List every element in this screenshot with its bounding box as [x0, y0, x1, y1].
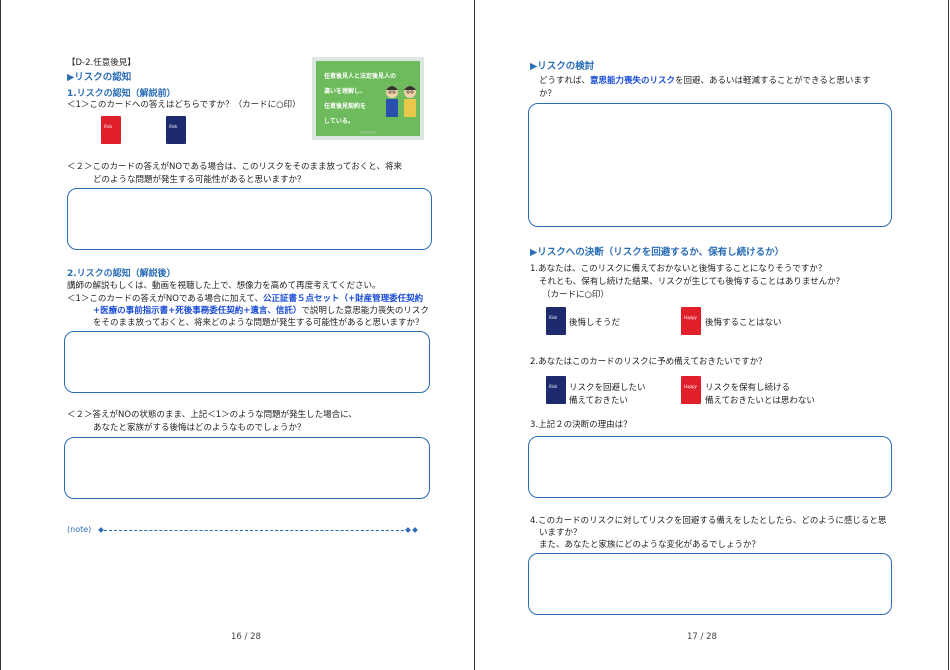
answer-box-risk-review[interactable] [528, 103, 892, 227]
question-3-line1: ＜1＞このカードの答えがNOである場合に加えて、公正証書５点セット（+財産管理委… [67, 292, 423, 304]
decision-2: 2.あなたはこのカードのリスクに予め備えておきたいですか？ [530, 357, 767, 367]
answer-box-q2[interactable] [67, 188, 432, 250]
risk-q-post: を回避、あるいは軽減することができると思います [675, 76, 871, 86]
heading-risk-review: ▶リスクの検討 [530, 61, 595, 72]
answer-box-q4[interactable] [64, 437, 430, 499]
header-tag: 【D-2.任意後見】 [67, 58, 136, 68]
red-risk-card-icon[interactable]: Happy [681, 376, 701, 404]
question-1: ＜1＞このカードへの答えはどちらですか？（カードに○印） [67, 100, 301, 110]
decision-4-line3: また、あなたと家族にどのような変化があるでしょうか？ [539, 540, 761, 550]
option-regret: 後悔しそうだ [569, 318, 621, 328]
note-label: (note) [67, 525, 92, 534]
decision-4-line2: いますか？ [539, 528, 582, 538]
risk-q-link[interactable]: 意思能力喪失のリスク [590, 76, 675, 86]
answer-box-d3[interactable] [528, 436, 892, 498]
risk-q-pre: どうすれば、 [539, 76, 591, 86]
banner-image: 任意後見人と法定後見人の 違いを理解し、 任意後見契約を している。 ○○○○○… [312, 57, 424, 140]
option-keep-line2: 備えておきたいとは思わない [705, 396, 815, 406]
banner-line-4: している。 [324, 118, 354, 125]
question-4-line2: あなたと家族がする後悔はどのようなものでしょうか？ [93, 423, 306, 433]
decision-1-line2: それとも、保有し続けた結果、リスクが生じても後悔することはありませんか？ [539, 277, 845, 287]
page-number-right: 17 / 28 [687, 632, 717, 642]
heading-risk-decision: ▶リスクへの決断（リスクを回避するか、保有し続けるか） [530, 247, 785, 258]
red-risk-card-icon[interactable]: Happy [681, 307, 701, 335]
question-3-line3: をそのまま放っておくと、将来どのような問題が発生する可能性があると思いますか？ [93, 318, 424, 328]
q3-line1-text: ＜1＞このカードの答えがNOである場合に加えて、 [67, 294, 264, 304]
navy-risk-card-icon[interactable]: Risk [546, 307, 566, 335]
decision-1-line1: 1.あなたは、このリスクに備えておかないと後悔することになりそうですか？ [530, 264, 827, 274]
page-17: ▶リスクの検討 どうすれば、意思能力喪失のリスクを回避、あるいは軽減することがで… [475, 0, 949, 670]
main-heading: ▶リスクの認知 [67, 72, 132, 83]
decision-1-line3: （カードに○印） [542, 290, 609, 300]
note-diamond-left [98, 527, 104, 533]
note-diamond-right-2 [412, 527, 418, 533]
decision-4-line1: 4.このカードのリスクに対してリスクを回避する備えをしたとしたら、どのように感じ… [530, 516, 887, 526]
question-4-line1: ＜２＞答えがNOの状態のまま、上記＜1＞のような問題が発生した場合に、 [67, 410, 357, 420]
option-avoid-line1: リスクを回避したい [569, 383, 646, 393]
navy-risk-card-icon[interactable]: Risk [166, 116, 186, 144]
two-people-icon [386, 86, 416, 117]
decision-3: 3.上記２の決断の理由は？ [530, 420, 632, 430]
note-line[interactable] [104, 530, 404, 531]
page-16: 【D-2.任意後見】 ▶リスクの認知 1.リスクの認知（解説前） ＜1＞このカー… [0, 0, 474, 670]
page-number-left: 16 / 28 [231, 632, 261, 642]
answer-box-d4[interactable] [528, 553, 892, 615]
banner-credit: ○○○○○○ [360, 130, 376, 134]
risk-question-line2: か？ [539, 89, 557, 99]
q3-line2-text: で説明した意思能力喪失のリスク [301, 306, 429, 316]
navy-risk-card-icon[interactable]: Risk [546, 376, 566, 404]
banner-line-3: 任意後見契約を [324, 103, 367, 110]
option-keep-line1: リスクを保有し続ける [705, 383, 791, 393]
answer-box-q3[interactable] [64, 331, 430, 393]
option-avoid-line2: 備えておきたい [569, 396, 628, 406]
question-3-line2: +医療の事前指示書+死後事務委任契約+遺言、信託）で説明した意思能力喪失のリスク [93, 304, 429, 316]
q3-link-part1[interactable]: 公正証書５点セット（+財産管理委任契約 [263, 294, 423, 304]
risk-question-line1: どうすれば、意思能力喪失のリスクを回避、あるいは軽減することができると思います [539, 74, 870, 86]
question-2-line1: ＜２＞このカードの答えがNOである場合は、このリスクをそのまま放っておくと、将来 [67, 162, 402, 172]
red-risk-card-icon[interactable]: Risk [101, 116, 121, 144]
q3-link-part2[interactable]: +医療の事前指示書+死後事務委任契約+遺言、信託） [93, 306, 301, 316]
section2-title: 2.リスクの認知（解説後） [67, 269, 176, 279]
note-diamond-right [405, 527, 411, 533]
question-2-line2: どのような問題が発生する可能性があると思いますか？ [93, 175, 306, 185]
option-no-regret: 後悔することはない [705, 318, 782, 328]
banner-line-2: 違いを理解し、 [324, 88, 367, 95]
instruction-text: 講師の解説もしくは、動画を視聴した上で、想像力を高めて再度考えてください。 [67, 281, 381, 291]
